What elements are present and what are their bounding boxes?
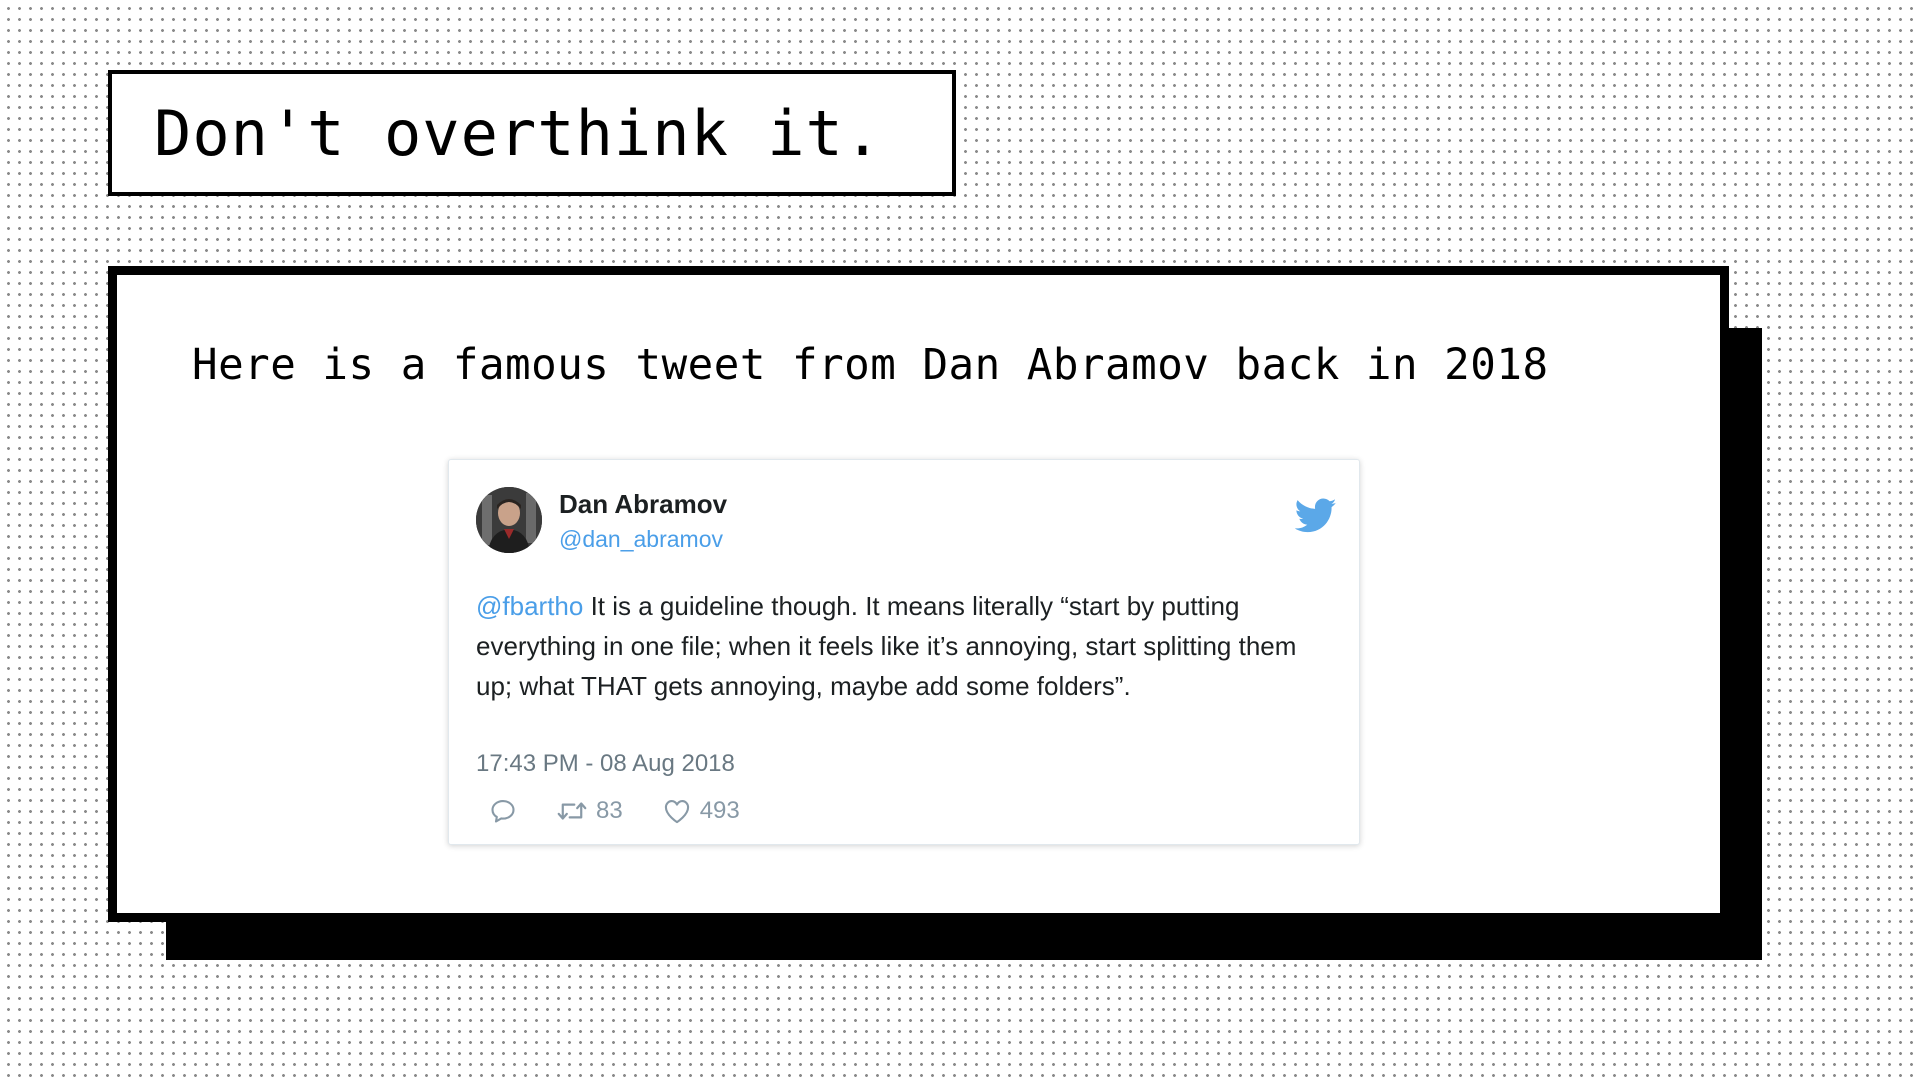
retweet-button[interactable]: 83 [557,797,623,825]
tweet-embed[interactable]: Dan Abramov @dan_abramov @fbartho It is … [448,459,1360,845]
tweet-timestamp[interactable]: 17:43 PM - 08 Aug 2018 [476,750,735,778]
reply-icon [489,797,517,825]
tweet-mention-link[interactable]: @fbartho [476,591,583,621]
tweet-author-name[interactable]: Dan Abramov [559,489,727,520]
tweet-text: @fbartho It is a guideline though. It me… [476,586,1326,706]
retweet-icon [557,798,587,824]
tweet-author-handle[interactable]: @dan_abramov [559,526,723,553]
tweet-actions: 83 493 [489,794,780,828]
slide-title-box: Don't overthink it. [108,70,956,196]
slide-title: Don't overthink it. [154,96,883,170]
avatar[interactable] [476,487,542,553]
like-count: 493 [699,797,740,824]
twitter-bird-icon[interactable] [1294,498,1337,534]
retweet-count: 83 [596,797,623,824]
tweet-body-text: It is a guideline though. It means liter… [476,591,1297,701]
slide-card: Here is a famous tweet from Dan Abramov … [108,266,1729,922]
like-button[interactable]: 493 [663,797,740,825]
reply-button[interactable] [489,797,517,825]
slide-heading: Here is a famous tweet from Dan Abramov … [192,341,1549,390]
heart-icon [663,798,691,824]
